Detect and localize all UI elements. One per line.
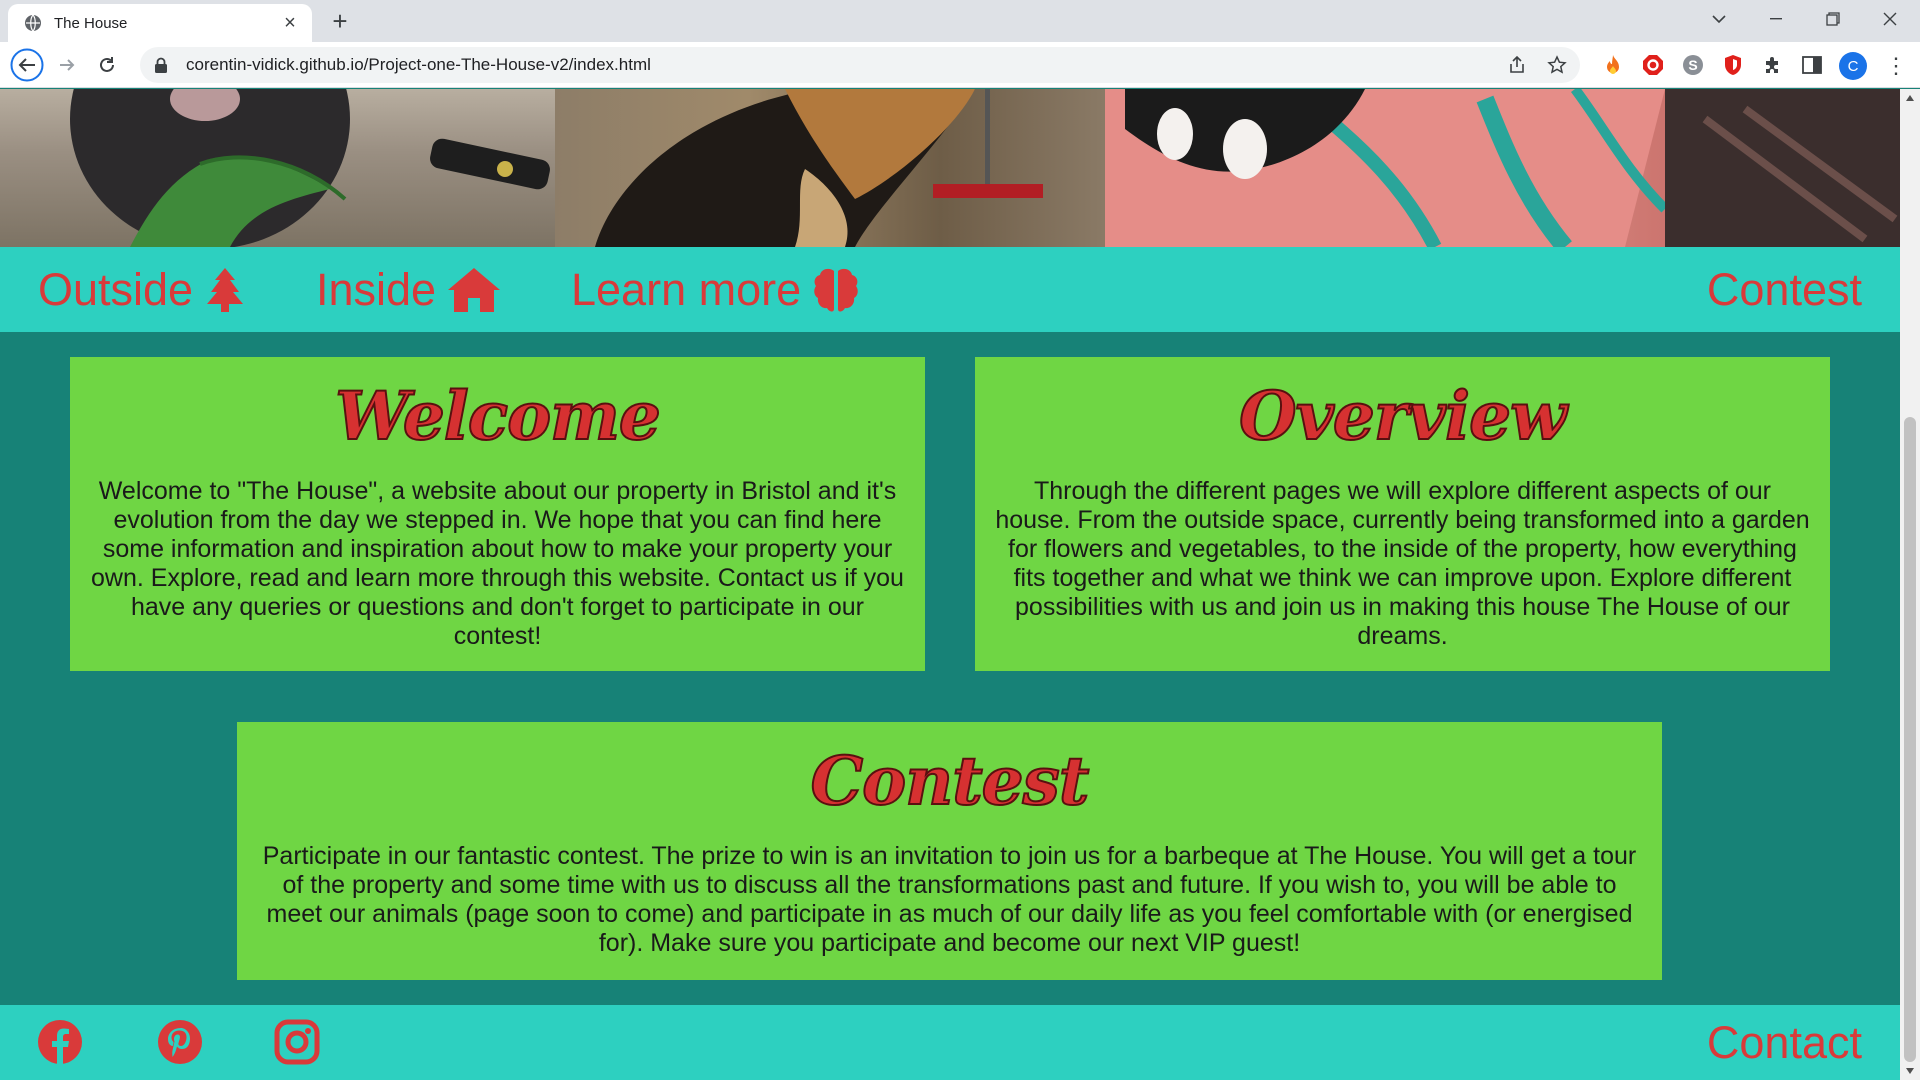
welcome-card: Welcome Welcome to "The House", a websit… xyxy=(70,357,925,671)
minimize-button[interactable] xyxy=(1748,0,1804,38)
nav-learn-more-label: Learn more xyxy=(571,263,802,315)
house-icon xyxy=(448,267,501,312)
cat-photo xyxy=(1105,89,1900,247)
url-text: corentin-vidick.github.io/Project-one-Th… xyxy=(186,55,651,74)
lock-icon xyxy=(155,57,167,73)
close-window-button[interactable] xyxy=(1862,0,1918,38)
browser-tab[interactable]: The House × xyxy=(8,4,312,42)
scrollbar-thumb[interactable] xyxy=(1904,417,1916,1062)
svg-text:S: S xyxy=(1688,57,1697,73)
restore-button[interactable] xyxy=(1805,0,1861,38)
contest-title: Contest xyxy=(810,741,1091,821)
hero-banner xyxy=(0,89,1900,247)
facebook-icon[interactable] xyxy=(37,1019,83,1065)
footer-contact-label: Contact xyxy=(1706,1016,1862,1068)
share-icon[interactable] xyxy=(1500,48,1534,82)
pinterest-icon[interactable] xyxy=(157,1019,203,1065)
browser-toolbar: corentin-vidick.github.io/Project-one-Th… xyxy=(0,42,1920,88)
forward-button[interactable] xyxy=(50,48,84,82)
welcome-text: Welcome to "The House", a website about … xyxy=(91,477,904,650)
welcome-title: Welcome xyxy=(334,376,662,456)
contest-text: Participate in our fantastic contest. Th… xyxy=(262,842,1637,957)
nav-learn-more-link[interactable]: Learn more xyxy=(571,247,859,332)
footer-contact-link[interactable]: Contact xyxy=(1707,1005,1862,1080)
reload-button[interactable] xyxy=(90,48,124,82)
back-button[interactable] xyxy=(10,48,44,82)
overview-text: Through the different pages we will expl… xyxy=(995,477,1810,650)
nav-inside-link[interactable]: Inside xyxy=(316,247,501,332)
nav-inside-label: Inside xyxy=(316,263,437,315)
extension-shield-icon[interactable] xyxy=(1721,53,1745,77)
profile-avatar[interactable]: C xyxy=(1839,52,1867,80)
overview-card: Overview Through the different pages we … xyxy=(975,357,1830,671)
instagram-icon[interactable] xyxy=(274,1019,320,1065)
extension-fire-icon[interactable] xyxy=(1601,53,1625,77)
nav-contest-label: Contest xyxy=(1706,263,1862,315)
extension-adblock-icon[interactable] xyxy=(1641,53,1665,77)
tab-search-chevron-icon[interactable] xyxy=(1691,0,1747,38)
brain-icon xyxy=(814,268,858,312)
dog-photo xyxy=(555,89,1105,247)
nav-contest-link[interactable]: Contest xyxy=(1707,247,1862,332)
browser-tab-strip: The House × + xyxy=(0,0,1920,42)
page-scrollbar[interactable] xyxy=(1900,89,1920,1080)
tab-close-icon[interactable]: × xyxy=(280,13,300,33)
globe-icon xyxy=(25,14,41,32)
scroll-down-arrow-icon[interactable] xyxy=(1906,1068,1914,1074)
extensions-puzzle-icon[interactable] xyxy=(1761,53,1785,77)
scroll-up-arrow-icon[interactable] xyxy=(1906,95,1914,101)
page-footer: Contact xyxy=(0,1005,1900,1080)
tree-icon xyxy=(207,267,244,312)
main-navigation: Outside Inside Learn more Contest xyxy=(0,247,1900,332)
new-tab-button[interactable]: + xyxy=(326,8,354,36)
page-viewport: Outside Inside Learn more Contest Welcom… xyxy=(0,89,1900,1080)
side-panel-icon[interactable] xyxy=(1800,53,1824,77)
overview-title: Overview xyxy=(1238,376,1568,456)
address-bar[interactable]: corentin-vidick.github.io/Project-one-Th… xyxy=(140,47,1580,83)
nav-outside-label: Outside xyxy=(38,263,194,315)
browser-menu-icon[interactable]: ⋮ xyxy=(1882,52,1910,80)
tab-title: The House xyxy=(54,14,128,32)
extension-s-icon[interactable]: S xyxy=(1681,53,1705,77)
nav-outside-link[interactable]: Outside xyxy=(38,247,245,332)
contest-card: Contest Participate in our fantastic con… xyxy=(237,722,1662,980)
bookmark-star-icon[interactable] xyxy=(1540,48,1574,82)
rabbit-photo xyxy=(0,89,555,247)
